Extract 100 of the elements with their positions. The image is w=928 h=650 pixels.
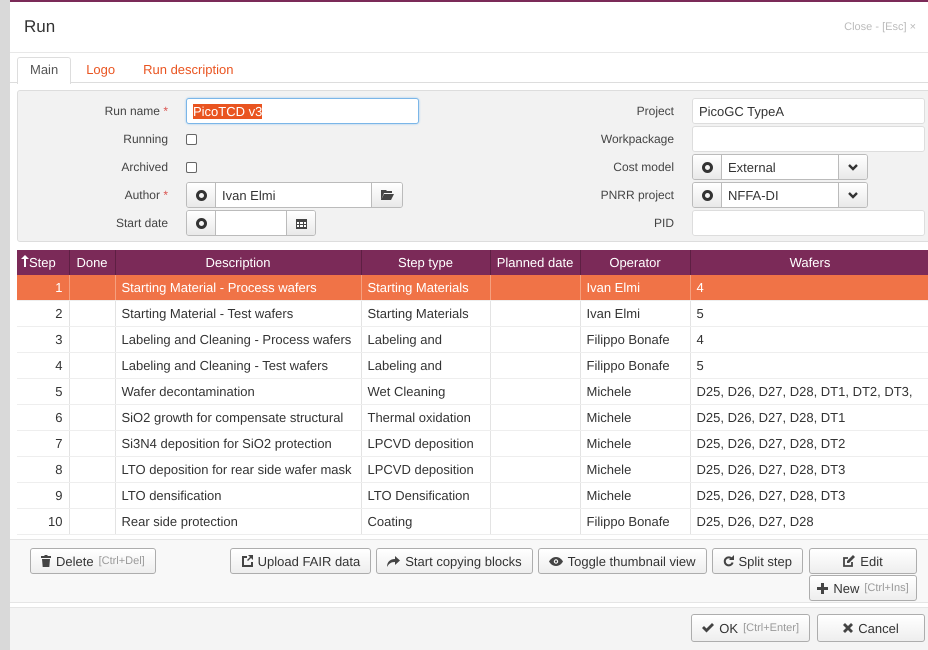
table-cell: Starting Materials — [368, 280, 469, 295]
upload-button[interactable]: Upload FAIR data — [230, 548, 372, 574]
table-cell: Labeling and Cleaning - Process wafers — [122, 332, 352, 347]
circle-icon — [702, 190, 712, 200]
table-cell: Wet Cleaning — [368, 384, 446, 399]
table-cell: LTO densification — [122, 488, 222, 503]
table-row[interactable]: 2 Starting Material - Test wafers Starting Materials Ivan Elmi 5 — [17, 300, 928, 326]
table-cell: 5 — [55, 384, 62, 399]
table-row[interactable]: 8 LTO deposition for rear side wafer mask LPCVD deposition Michele D25, D26, D27, D28, DT3 — [17, 456, 928, 482]
check-icon — [702, 623, 714, 633]
field-label: Project — [636, 104, 674, 118]
table-cell: D25, D26, D27, D28 — [696, 514, 814, 529]
thumbnails-button[interactable]: Toggle thumbnail view — [538, 548, 707, 574]
required-mark: * — [163, 104, 168, 118]
tab[interactable]: Main — [17, 57, 72, 84]
table-row[interactable]: 9 LTO densification LTO Densification Michele D25, D26, D27, D28, DT3 — [17, 482, 928, 508]
table-row[interactable]: 5 Wafer decontamination Wet Cleaning Michele D25, D26, D27, D28, DT1, DT2, DT3, — [17, 378, 928, 404]
circle-icon — [196, 190, 206, 200]
field-label: Run name — [104, 104, 160, 118]
table-cell: Rear side protection — [122, 514, 238, 529]
column-header[interactable]: Step — [17, 250, 69, 275]
edit-icon — [843, 555, 856, 567]
column-header[interactable]: Step type — [361, 250, 490, 275]
table-cell: 2 — [55, 306, 62, 321]
dropdown-field[interactable]: NFFA-DI — [692, 182, 868, 208]
share-arrow-icon — [387, 556, 400, 566]
table-cell: 6 — [55, 410, 62, 425]
field-label: PNRR project — [600, 188, 674, 202]
copy-button[interactable]: Start copying blocks — [376, 548, 533, 574]
table-cell: Starting Material - Process wafers — [122, 280, 317, 295]
checkbox[interactable] — [186, 134, 197, 144]
text-field[interactable] — [692, 126, 925, 152]
table-cell: D25, D26, D27, D28, DT2 — [696, 436, 846, 451]
external-link-icon — [240, 555, 253, 567]
table-cell: D25, D26, D27, D28, DT3 — [696, 488, 846, 503]
tab[interactable]: Run description — [130, 57, 246, 82]
new-button[interactable]: New [Ctrl+Ins] — [809, 575, 917, 601]
ok-button[interactable]: OK [Ctrl+Enter] — [691, 614, 810, 642]
table-cell: LPCVD deposition — [368, 462, 474, 477]
lookup-field[interactable]: Ivan Elmi — [186, 182, 403, 208]
table-cell: Wafer decontamination — [122, 384, 255, 399]
table-cell: Ivan Elmi — [586, 306, 640, 321]
field-label: Archived — [121, 160, 168, 174]
column-header[interactable]: Operator — [580, 250, 690, 275]
window-title: Run — [24, 17, 56, 37]
table-row[interactable]: 3 Labeling and Cleaning - Process wafers Labeling and Filippo Bonafe 4 — [17, 326, 928, 352]
text-field[interactable] — [692, 210, 925, 236]
table-row[interactable]: 7 Si3N4 deposition for SiO2 protection LPCVD deposition Michele D25, D26, D27, D28, DT2 — [17, 430, 928, 456]
field-label: Cost model — [613, 160, 674, 174]
calendar-icon — [296, 218, 306, 228]
table-cell: D25, D26, D27, D28, DT3 — [696, 462, 846, 477]
table-cell: 1 — [55, 280, 62, 295]
circle-icon — [702, 162, 712, 172]
tab[interactable]: Logo — [73, 57, 128, 82]
table-cell: Filippo Bonafe — [586, 332, 670, 347]
cancel-button[interactable]: Cancel — [817, 614, 925, 642]
table-cell: Starting Material - Test wafers — [122, 306, 294, 321]
close-icon — [843, 623, 854, 633]
field-label: Start date — [116, 216, 168, 230]
table-cell: Ivan Elmi — [586, 280, 640, 295]
table-cell: D25, D26, D27, D28, DT1 — [696, 410, 846, 425]
table-row[interactable]: 6 SiO2 growth for compensate structural Thermal oxidation Michele D25, D26, D27, D28, DT1 — [17, 404, 928, 430]
table-cell: 5 — [696, 306, 704, 321]
table-cell: LPCVD deposition — [368, 436, 474, 451]
table-cell: 5 — [696, 358, 704, 373]
table-cell: 7 — [55, 436, 62, 451]
table-cell: 4 — [55, 358, 62, 373]
table-cell: 4 — [696, 332, 704, 347]
field-label: Workpackage — [600, 132, 674, 146]
table-row[interactable]: 4 Labeling and Cleaning - Test wafers Labeling and Filippo Bonafe 5 — [17, 352, 928, 378]
required-mark: * — [163, 188, 168, 202]
split-button[interactable]: Split step — [712, 548, 803, 574]
table-cell: Si3N4 deposition for SiO2 protection — [122, 436, 332, 451]
dropdown-field[interactable]: External — [692, 154, 868, 180]
table-cell: 8 — [55, 462, 62, 477]
column-header[interactable]: Planned date — [490, 250, 580, 275]
column-header[interactable]: Wafers — [690, 250, 928, 275]
text-field[interactable]: PicoGC TypeA — [692, 98, 925, 124]
delete-button[interactable]: Delete [Ctrl+Del] — [30, 548, 156, 574]
table-cell: Filippo Bonafe — [586, 358, 670, 373]
table-cell: Labeling and — [368, 332, 442, 347]
table-cell: 3 — [55, 332, 62, 347]
column-header[interactable]: Done — [69, 250, 115, 275]
table-cell: Michele — [586, 384, 632, 399]
checkbox[interactable] — [186, 162, 197, 172]
table-cell: LTO Densification — [368, 488, 470, 503]
table-cell: Coating — [368, 514, 412, 529]
column-header[interactable]: Description — [115, 250, 361, 275]
table-cell: Labeling and Cleaning - Test wafers — [122, 358, 328, 373]
table-row[interactable]: 10 Rear side protection Coating Filippo Bonafe D25, D26, D27, D28 — [17, 508, 928, 534]
eye-icon — [548, 556, 563, 566]
text-field[interactable]: PicoTCD v3 — [186, 98, 419, 124]
field-label: Running — [123, 132, 168, 146]
field-label: Author — [124, 188, 160, 202]
table-cell: 10 — [48, 514, 62, 529]
date-field[interactable] — [186, 210, 316, 236]
folder-icon — [380, 190, 394, 200]
edit-button[interactable]: Edit — [809, 548, 917, 574]
field-label: PID — [654, 216, 674, 230]
chevron-down-icon — [848, 192, 858, 198]
